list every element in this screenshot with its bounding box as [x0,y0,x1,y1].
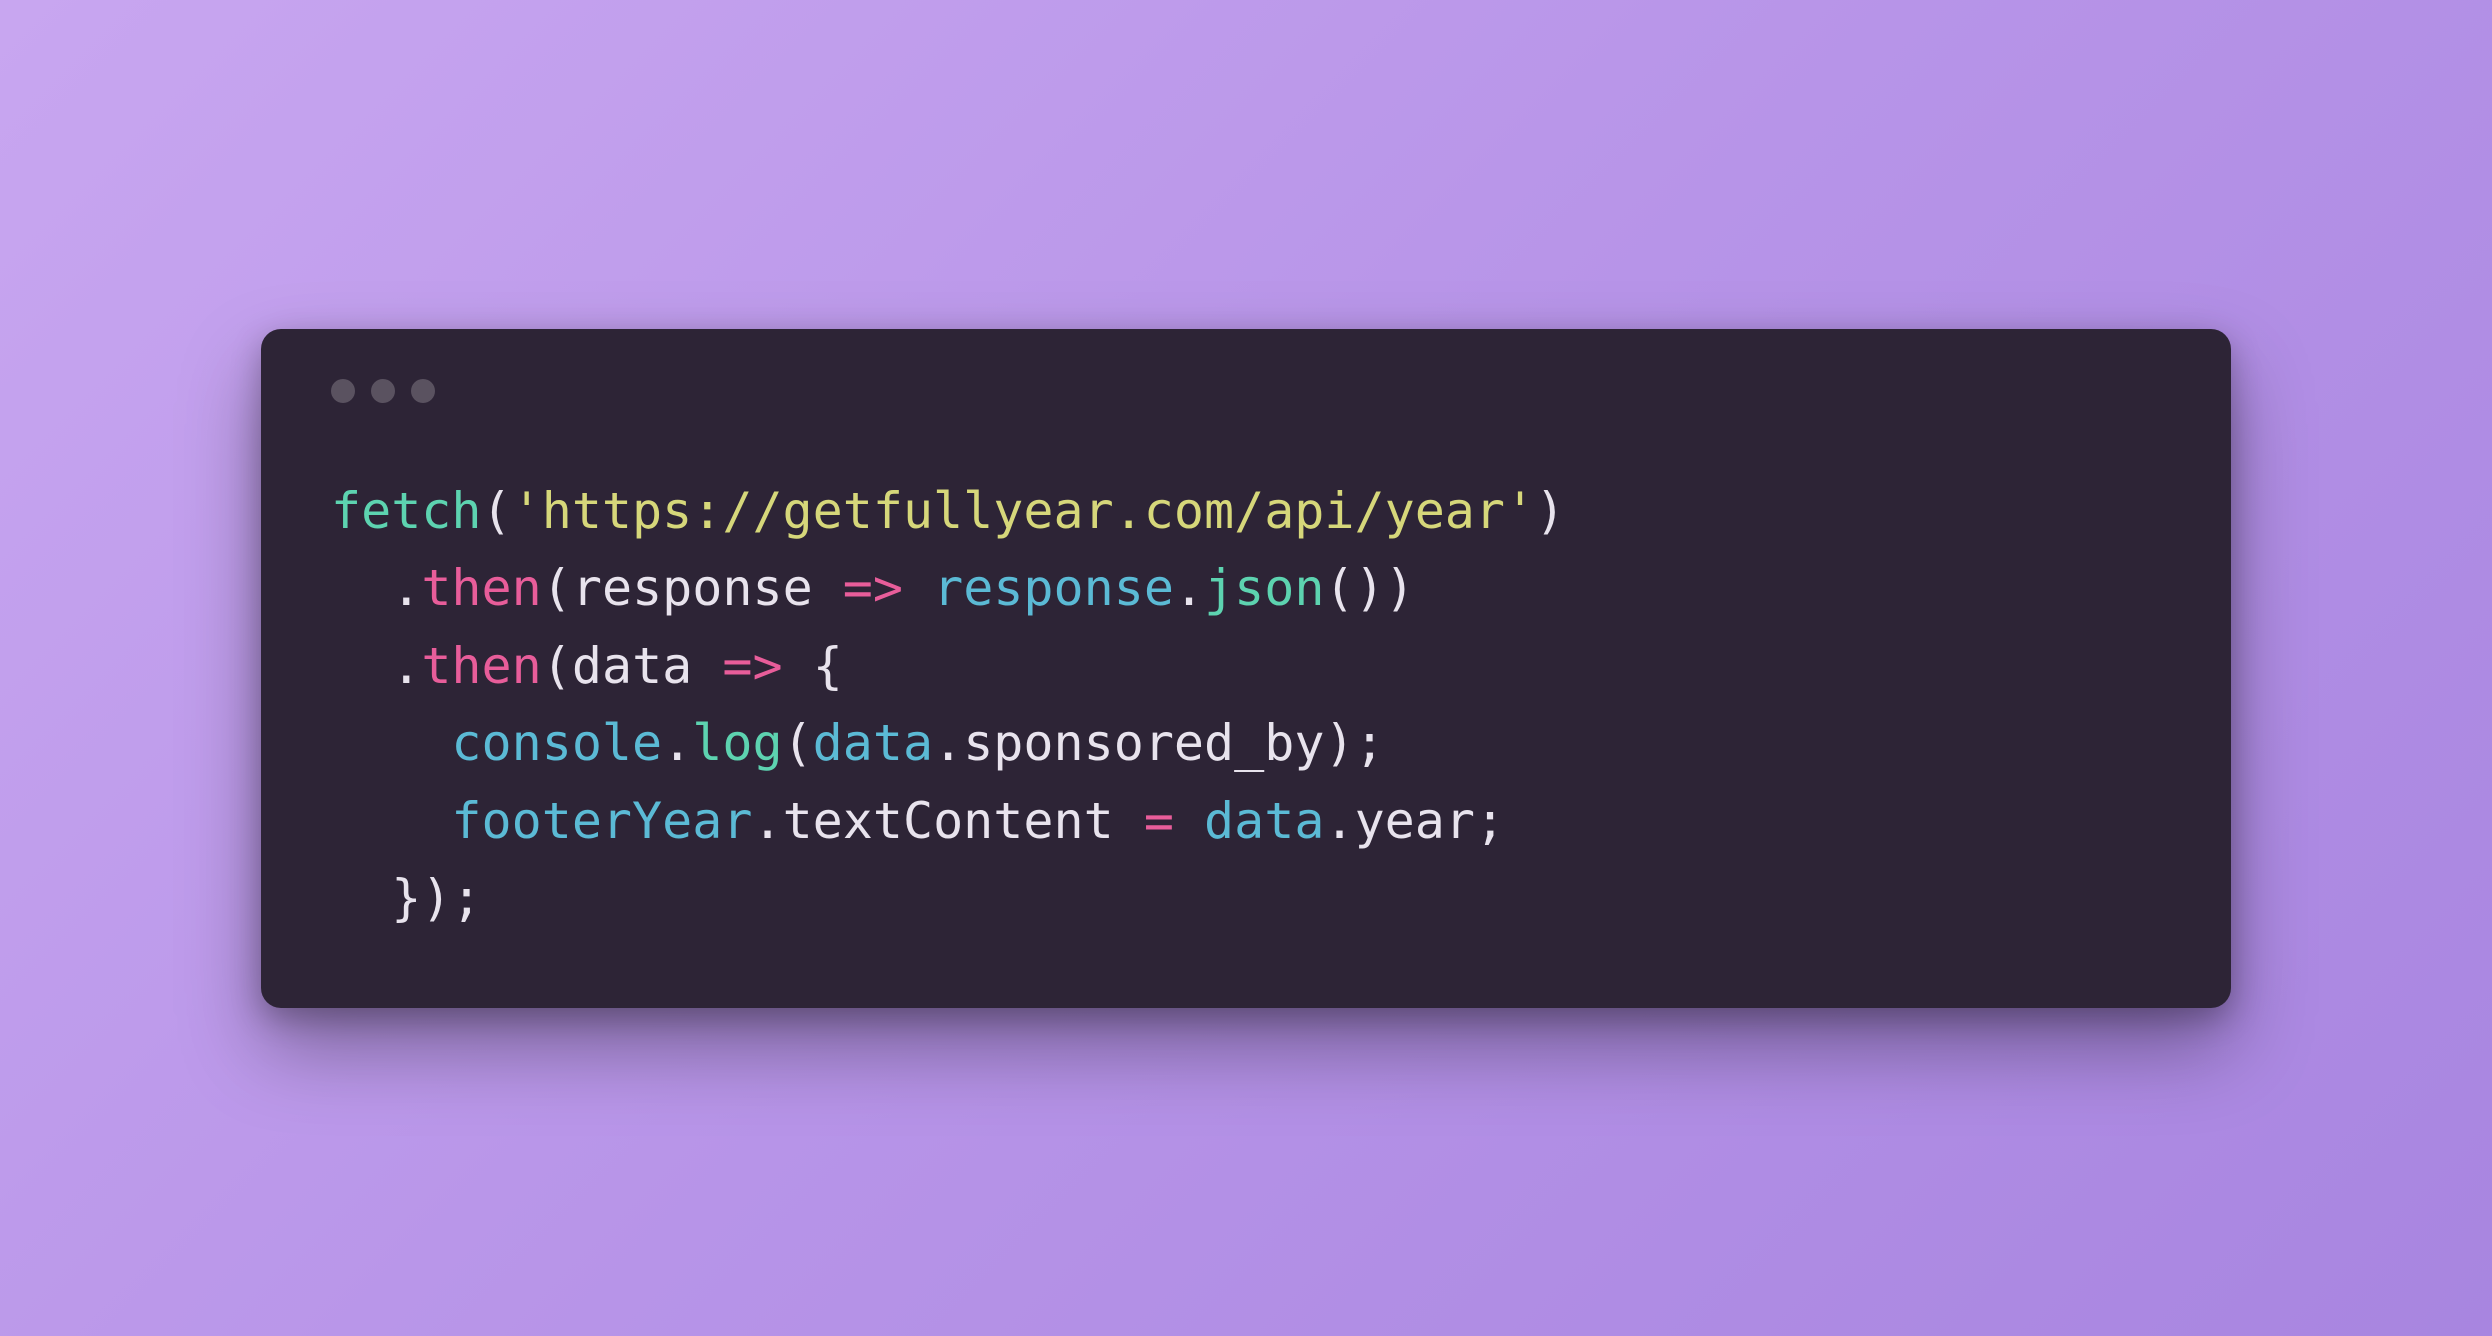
token-indent [331,637,391,695]
token-equals: = [1144,792,1174,850]
token-dot: . [1174,559,1204,617]
token-response-obj: response [933,559,1174,617]
token-indent [331,792,451,850]
token-dot: . [752,792,782,850]
token-fetch: fetch [331,482,482,540]
traffic-lights [331,379,2161,403]
token-indent [331,869,391,927]
token-dot: . [1324,792,1354,850]
token-semicolon: ; [1475,792,1505,850]
token-paren-close: ) [1355,559,1385,617]
token-then: then [421,559,541,617]
token-data: data [572,637,692,695]
token-response: response [572,559,813,617]
token-dot: . [933,714,963,772]
token-paren-close: ) [1535,482,1565,540]
token-url-string: 'https://getfullyear.com/api/year' [512,482,1536,540]
token-paren-close: ) [421,869,451,927]
token-indent [331,714,451,772]
token-log: log [692,714,782,772]
token-paren-close: ) [1385,559,1415,617]
token-console: console [451,714,662,772]
traffic-light-minimize[interactable] [371,379,395,403]
token-paren-open: ( [1324,559,1354,617]
token-sponsored-by: sponsored_by [963,714,1324,772]
token-year: year [1355,792,1475,850]
traffic-light-maximize[interactable] [411,379,435,403]
token-brace-close: } [391,869,421,927]
token-semicolon: ; [451,869,481,927]
token-data-obj: data [1204,792,1324,850]
token-paren-close: ) [1324,714,1354,772]
traffic-light-close[interactable] [331,379,355,403]
token-then: then [421,637,541,695]
token-dot: . [662,714,692,772]
code-window: fetch('https://getfullyear.com/api/year'… [261,329,2231,1008]
token-data-obj: data [813,714,933,772]
token-indent [331,559,391,617]
token-paren-open: ( [482,482,512,540]
token-dot: . [391,637,421,695]
token-paren-open: ( [783,714,813,772]
token-footer-year: footerYear [451,792,752,850]
token-dot: . [391,559,421,617]
token-json: json [1204,559,1324,617]
token-brace-open: { [813,637,843,695]
code-content: fetch('https://getfullyear.com/api/year'… [331,473,2161,938]
token-text-content: textContent [783,792,1114,850]
token-arrow: => [843,559,903,617]
token-arrow: => [722,637,782,695]
token-paren-open: ( [542,559,572,617]
token-semicolon: ; [1355,714,1385,772]
token-paren-open: ( [542,637,572,695]
